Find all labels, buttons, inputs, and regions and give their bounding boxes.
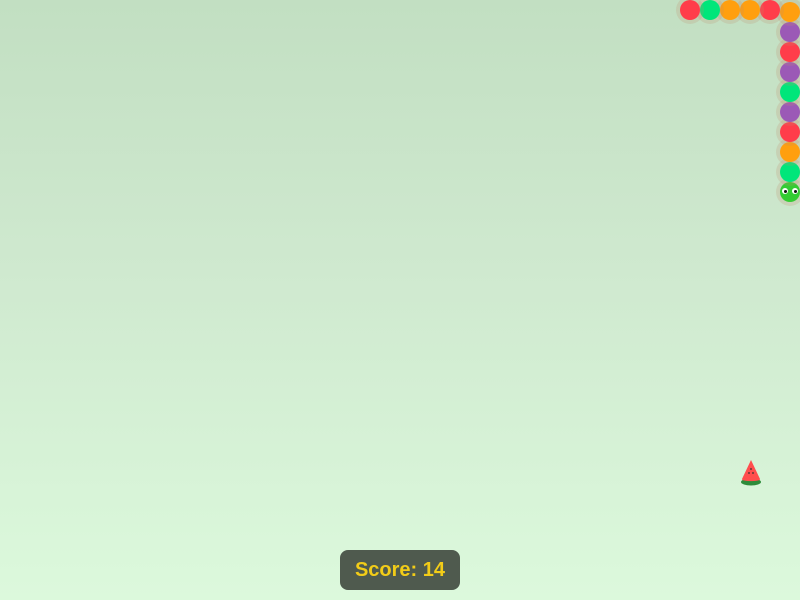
score-label: Score: (354, 558, 418, 581)
score-value: 14 (422, 558, 446, 581)
watermelon-icon (740, 458, 762, 486)
score-display: Score: 14 (340, 550, 460, 590)
game-board[interactable]: Score: 14 (0, 0, 800, 600)
fruit-layer (0, 0, 800, 600)
